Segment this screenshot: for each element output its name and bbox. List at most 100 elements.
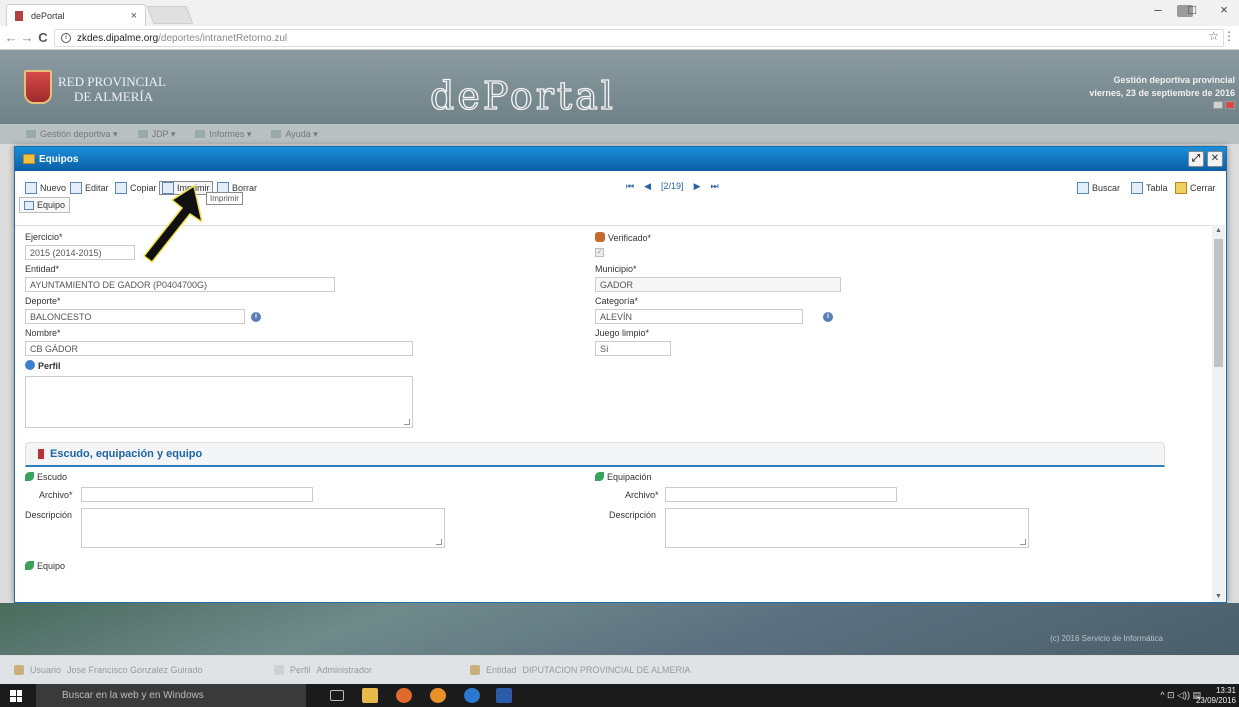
url-input[interactable]: i zkdes.dipalme.org/deportes/intranetRet…	[54, 29, 1224, 47]
prev-record-button[interactable]: ◀	[644, 181, 651, 192]
section-title: Escudo, equipación y equipo	[50, 448, 203, 460]
task-view-icon[interactable]	[330, 690, 344, 701]
last-record-button[interactable]: ⏭	[710, 181, 718, 192]
verified-hands-icon	[595, 232, 605, 242]
window-titlebar[interactable]: Equipos	[15, 147, 1226, 171]
equipacion-descripcion-textarea[interactable]	[665, 508, 1029, 548]
escudo-section-header[interactable]: Escudo, equipación y equipo	[25, 442, 1165, 467]
status-bar: Usuario Jose Francisco Gonzalez Guirado …	[0, 656, 1239, 684]
categoria-info-icon[interactable]: i	[823, 312, 833, 322]
juego-limpio-field[interactable]: Sí	[595, 341, 671, 356]
file-explorer-icon[interactable]	[362, 688, 378, 703]
tab-title: dePortal	[31, 10, 65, 21]
tab-close-button[interactable]: ×	[131, 10, 137, 22]
url-path: /deportes/intranetRetorno.zul	[158, 32, 288, 44]
scroll-up-icon[interactable]: ▲	[1215, 227, 1222, 234]
next-record-button[interactable]: ▶	[694, 181, 701, 192]
perfil-label: Perfil	[25, 360, 61, 371]
equipacion-text: Equipación	[607, 472, 652, 482]
pointer-arrow-icon	[142, 184, 202, 264]
escudo-descripcion-textarea[interactable]	[81, 508, 445, 548]
menu-label: Informes ▾	[209, 128, 252, 139]
municipio-field[interactable]: GADOR	[595, 277, 841, 292]
perfil-status-label: Perfil	[290, 665, 311, 675]
org-name: RED PROVINCIAL DE ALMERÍA	[58, 74, 166, 104]
header-subtitle: Gestión deportiva provincial	[1113, 75, 1235, 85]
form-scrollbar[interactable]: ▲ ▼	[1212, 225, 1225, 602]
edge-icon[interactable]	[464, 688, 480, 703]
scrollbar-thumb[interactable]	[1214, 239, 1223, 367]
deporte-field[interactable]: BALONCESTO	[25, 309, 245, 324]
verificado-checkbox[interactable]: ✓	[595, 248, 604, 257]
nuevo-button[interactable]: Nuevo	[23, 181, 68, 195]
app-logo: dePortal	[429, 73, 616, 118]
browser-tab-bar: dePortal × – □ ×	[0, 0, 1239, 26]
tab-equipo[interactable]: Equipo	[19, 197, 71, 213]
browser-tab[interactable]: dePortal ×	[6, 4, 146, 26]
buscar-button[interactable]: Buscar	[1075, 181, 1122, 195]
first-record-button[interactable]: ⏮	[626, 181, 634, 192]
user-icon	[14, 665, 24, 675]
browser-menu-icon[interactable]: ⋮	[1223, 29, 1235, 43]
cerrar-button[interactable]: Cerrar	[1173, 181, 1218, 195]
menu-ayuda[interactable]: Ayuda ▾	[271, 128, 318, 140]
leaf-icon	[25, 561, 34, 570]
verificado-text: Verificado*	[608, 233, 652, 243]
ejercicio-field[interactable]: 2015 (2014-2015)	[25, 245, 135, 260]
equipo-label: Equipo	[25, 561, 65, 571]
taskbar-clock[interactable]: 13:31 23/09/2016	[1196, 686, 1236, 706]
chrome-icon[interactable]	[396, 688, 412, 703]
minimize-button[interactable]: –	[1146, 2, 1170, 17]
maximize-button[interactable]: □	[1180, 2, 1204, 17]
equipacion-archivo-field[interactable]	[665, 487, 897, 502]
header-info: Gestión deportiva provincial viernes, 23…	[1089, 74, 1235, 113]
tabla-button[interactable]: Tabla	[1129, 181, 1170, 195]
taskbar-search-input[interactable]: Buscar en la web y en Windows	[36, 684, 306, 707]
menu-label: Ayuda ▾	[285, 128, 318, 139]
record-pager: ⏮ ◀ [2/19] ▶ ⏭	[626, 181, 719, 192]
new-tab-button[interactable]	[146, 6, 194, 24]
language-alt-icon[interactable]	[1225, 101, 1235, 109]
leaf-icon	[595, 472, 604, 481]
deporte-label: Deporte*	[25, 296, 61, 306]
word-icon[interactable]	[496, 688, 512, 703]
site-info-icon[interactable]: i	[61, 33, 71, 43]
system-tray[interactable]: ^ ⊡ ◁)) ▤	[1160, 690, 1201, 701]
close-form-icon	[1175, 182, 1187, 194]
windows-taskbar: Buscar en la web y en Windows ^ ⊡ ◁)) ▤ …	[0, 684, 1239, 707]
deporte-info-icon[interactable]: i	[251, 312, 261, 322]
menu-label: JDP ▾	[151, 128, 176, 139]
imprimir-tooltip: Imprimir	[206, 192, 243, 205]
menu-jdp[interactable]: JDP ▾	[137, 128, 176, 140]
menu-ayuda-icon	[271, 130, 282, 138]
menu-informes[interactable]: Informes ▾	[195, 129, 251, 140]
bookmark-star-icon[interactable]: ☆	[1208, 29, 1219, 43]
close-window-button[interactable]: ×	[1212, 2, 1236, 17]
window-close-button[interactable]: ✕	[1207, 151, 1223, 167]
municipio-label: Municipio*	[595, 264, 637, 274]
menu-gestion-deportiva[interactable]: Gestión deportiva ▾	[26, 129, 118, 140]
forward-button[interactable]: →	[20, 30, 34, 45]
window-maximize-button[interactable]: ⤢	[1188, 151, 1204, 167]
entidad-field[interactable]: AYUNTAMIENTO DE GADOR (P0404700G)	[25, 277, 335, 292]
windows-start-icon[interactable]	[10, 690, 22, 702]
escudo-descripcion-label: Descripción	[25, 510, 73, 520]
app-menu: Gestión deportiva ▾ JDP ▾ Informes ▾ Ayu…	[0, 124, 1239, 144]
perfil-textarea[interactable]	[25, 376, 413, 428]
categoria-field[interactable]: ALEVÍN	[595, 309, 803, 324]
copy-icon	[115, 182, 127, 194]
status-perfil: Perfil Administrador	[274, 665, 470, 675]
escudo-text: Escudo	[37, 472, 68, 482]
scroll-down-icon[interactable]: ▼	[1215, 593, 1222, 600]
escudo-archivo-field[interactable]	[81, 487, 313, 502]
back-button[interactable]: ←	[4, 30, 18, 45]
status-usuario: Usuario Jose Francisco Gonzalez Guirado	[14, 665, 274, 675]
firefox-icon[interactable]	[430, 688, 446, 703]
editar-button[interactable]: Editar	[68, 181, 111, 195]
nombre-field[interactable]: CB GÁDOR	[25, 341, 413, 356]
juego-limpio-label: Juego limpio*	[595, 328, 650, 338]
language-es-icon[interactable]	[1213, 101, 1223, 109]
reload-button[interactable]: C	[36, 30, 50, 45]
copyright-text: (c) 2016 Servicio de Informática	[1050, 634, 1163, 643]
perfil-text: Perfil	[38, 361, 61, 371]
